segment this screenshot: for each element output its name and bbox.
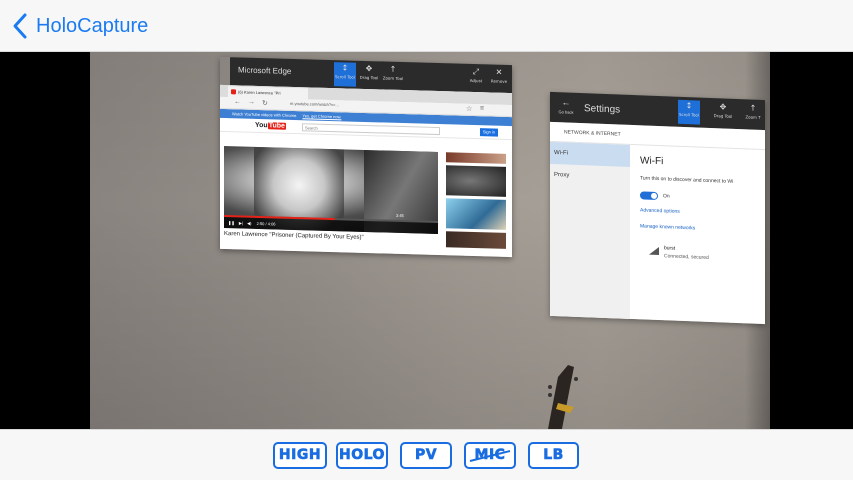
back-button-label: HoloCapture — [36, 14, 149, 37]
drag-tool-label: Drag Tool — [359, 74, 379, 81]
guitar-headstock-image — [548, 365, 578, 429]
volume-icon[interactable]: ◀) — [247, 221, 251, 226]
wifi-toggle[interactable] — [640, 191, 658, 201]
settings-drag-label: Drag Tool — [713, 113, 733, 119]
hub-icon[interactable]: ≡ — [480, 105, 484, 112]
network-name[interactable]: burst — [664, 245, 675, 251]
network-status: Connected, secured — [664, 253, 709, 261]
remove-label: Remove — [490, 78, 508, 84]
drag-icon: ✥ — [365, 63, 373, 74]
wifi-toggle-label: On — [663, 193, 670, 200]
zoom-icon: ↑ — [749, 103, 757, 113]
go-back-button[interactable]: ← Go back — [554, 96, 578, 119]
youtube-search-input[interactable]: Search — [302, 123, 440, 136]
zoom-tool-button[interactable]: ↑ Zoom Tool — [382, 63, 404, 88]
pv-button-label: PV — [414, 447, 438, 464]
settings-title: Settings — [584, 103, 621, 116]
back-button[interactable]: HoloCapture — [10, 8, 148, 44]
youtube-favicon-icon — [231, 89, 236, 95]
scroll-tool-button[interactable]: ↕ Scroll Tool — [334, 62, 356, 87]
advanced-options-link[interactable]: Advanced options — [640, 207, 680, 215]
video-time: 2:50 / 4:06 — [256, 220, 276, 227]
adjust-icon: ⤢ — [472, 66, 480, 77]
go-back-label: Go back — [558, 109, 574, 115]
pv-button[interactable]: PV — [400, 442, 452, 469]
adjust-button[interactable]: ⤢ Adjust — [465, 66, 487, 91]
drag-icon: ✥ — [719, 102, 727, 112]
nav-item-wifi[interactable]: Wi-Fi — [550, 141, 630, 167]
youtube-logo-you: You — [255, 121, 268, 130]
holo-button-label: HOLO — [339, 447, 385, 464]
holo-button[interactable]: HOLO — [336, 442, 388, 469]
browser-tab-label: (6) Karen Lawrence "Pri — [238, 89, 281, 96]
zoom-icon: ↑ — [389, 64, 397, 74]
scroll-icon: ↕ — [341, 63, 349, 73]
notice-text: Watch YouTube videos with Chrome. — [232, 111, 298, 119]
settings-zoom-label: Zoom T — [745, 114, 761, 120]
settings-scroll-tool-button[interactable]: ↕ Scroll Tool — [678, 99, 700, 125]
edge-page: (6) Karen Lawrence "Pri ← → ↻ m.youtube.… — [220, 84, 512, 258]
mic-button[interactable]: MIC — [464, 442, 516, 469]
lb-button-label: LB — [543, 447, 564, 464]
high-button-label: HIGH — [278, 447, 322, 464]
video-viewport[interactable]: Microsoft Edge ↕ Scroll Tool ✥ Drag Tool… — [0, 52, 853, 429]
url-text: m.youtube.com/watch?v=... — [290, 100, 339, 108]
scroll-icon: ↕ — [685, 101, 693, 111]
related-videos — [446, 152, 508, 254]
manage-networks-link[interactable]: Manage known networks — [640, 223, 695, 231]
related-thumb[interactable] — [446, 231, 506, 249]
edge-title: Microsoft Edge — [238, 65, 292, 76]
video-remaining: 3:45 — [396, 212, 404, 219]
lb-button[interactable]: LB — [528, 442, 579, 469]
capture-mode-toolbar: HIGH HOLO PV MIC LB — [0, 429, 853, 480]
youtube-logo-tube: Tube — [267, 122, 286, 130]
settings-page: NETWORK & INTERNET Wi-Fi Proxy Wi-Fi Tur… — [550, 121, 765, 325]
settings-scroll-label: Scroll Tool — [678, 111, 699, 118]
back-arrow-icon[interactable]: ← — [234, 98, 241, 105]
forward-arrow-icon[interactable]: → — [248, 99, 255, 106]
scroll-tool-label: Scroll Tool — [334, 74, 355, 80]
high-button[interactable]: HIGH — [273, 442, 327, 469]
youtube-logo[interactable]: YouTube — [255, 122, 286, 130]
refresh-icon[interactable]: ↻ — [262, 99, 268, 107]
youtube-signin-button[interactable]: Sign in — [480, 128, 498, 137]
navigation-bar: HoloCapture — [0, 0, 853, 52]
arrow-left-icon: ← — [561, 97, 571, 108]
wifi-description: Turn this on to discover and connect to … — [640, 175, 734, 185]
wifi-heading: Wi-Fi — [640, 155, 664, 168]
related-thumb[interactable] — [446, 165, 506, 197]
remove-button[interactable]: ✕ Remove — [488, 66, 510, 91]
section-label: NETWORK & INTERNET — [564, 129, 621, 138]
remove-icon: ✕ — [495, 67, 503, 77]
nav-item-proxy[interactable]: Proxy — [550, 164, 630, 189]
edge-hologram-window: Microsoft Edge ↕ Scroll Tool ✥ Drag Tool… — [220, 57, 512, 258]
pause-icon[interactable]: ❚❚ — [228, 220, 235, 225]
video-player[interactable]: ❚❚ ▶| ◀) 2:50 / 4:06 3:45 — [224, 146, 438, 235]
skip-icon[interactable]: ▶| — [239, 220, 243, 225]
settings-zoom-tool-button[interactable]: ↑ Zoom T — [742, 102, 764, 127]
app-root: HoloCapture Microsoft Edge ↕ Scroll Tool… — [0, 0, 853, 480]
favorite-star-icon[interactable]: ☆ — [466, 105, 472, 113]
mic-disabled-strike-icon — [469, 450, 511, 462]
toggle-knob — [651, 192, 657, 199]
settings-drag-tool-button[interactable]: ✥ Drag Tool — [712, 101, 734, 126]
settings-hologram-window: ← Go back Settings ↕ Scroll Tool ✥ Drag … — [550, 91, 765, 325]
zoom-tool-label: Zoom Tool — [382, 75, 404, 82]
drag-tool-button[interactable]: ✥ Drag Tool — [358, 63, 380, 88]
settings-nav: Wi-Fi Proxy — [550, 141, 630, 319]
related-thumb[interactable] — [446, 152, 506, 164]
notice-link[interactable]: Yes, get Chrome now. — [302, 113, 341, 119]
adjust-label: Adjust — [469, 77, 483, 84]
chevron-left-icon — [13, 13, 27, 39]
wifi-panel: Wi-Fi Turn this on to discover and conne… — [638, 145, 765, 324]
related-thumb[interactable] — [446, 198, 506, 230]
wifi-signal-icon — [649, 247, 659, 256]
